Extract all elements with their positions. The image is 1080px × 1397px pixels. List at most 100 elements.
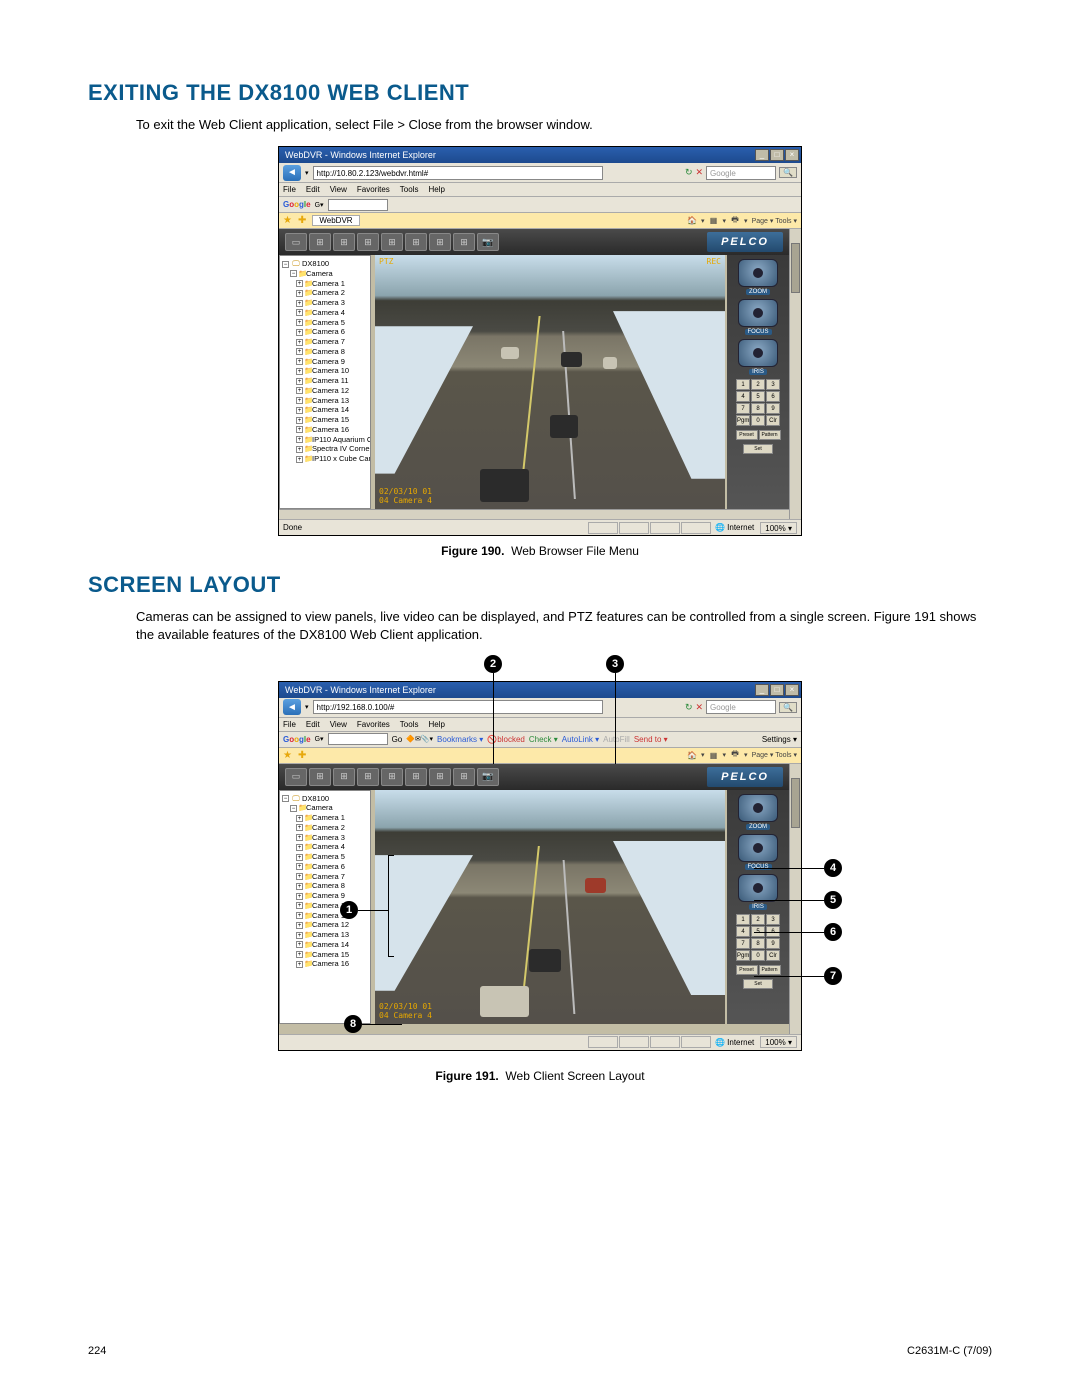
tree-cam-item[interactable]: +📁Camera 11 [296,911,368,921]
key-0[interactable]: 0 [751,415,765,426]
layout-9up-icon-2[interactable]: ⊞ [381,768,403,786]
tree-cam-item[interactable]: +📁Camera 13 [296,930,368,940]
stop-icon[interactable]: ✕ [695,167,703,178]
tree-cam-item[interactable]: +📁Camera 6 [296,327,368,337]
add-favorite-icon[interactable]: ✚ [298,215,306,226]
key-1[interactable]: 1 [736,379,750,390]
google-autolink[interactable]: AutoLink ▾ [562,735,599,744]
tree-cam-item[interactable]: +📁Camera 4 [296,842,368,852]
search-box-2[interactable]: Google [706,700,776,714]
google-check[interactable]: Check ▾ [529,735,558,744]
key-5[interactable]: 5 [751,391,765,402]
tree-cam-item[interactable]: +📁Camera 16 [296,425,368,435]
layout-9up-icon[interactable]: ⊞ [381,233,403,251]
layout-1up-icon[interactable]: ▭ [285,233,307,251]
page-menu[interactable]: Page ▾ Tools ▾ [752,217,797,225]
zoom-knob[interactable] [738,259,778,287]
layout-8up-icon-2[interactable]: ⊞ [357,768,379,786]
google-search-field-2[interactable] [328,733,388,745]
layout-1up-icon-2[interactable]: ▭ [285,768,307,786]
tree-cam-item[interactable]: +📁Camera 14 [296,405,368,415]
snapshot-icon[interactable]: 📷 [477,233,499,251]
tree-cam-item[interactable]: +📁Camera 4 [296,308,368,318]
layout-13up-icon[interactable]: ⊞ [429,233,451,251]
google-bookmarks[interactable]: Bookmarks ▾ [437,735,483,744]
menu-help[interactable]: Help [428,185,444,194]
layout-8up-icon[interactable]: ⊞ [357,233,379,251]
menu-edit[interactable]: Edit [306,185,320,194]
tree-cam-item[interactable]: +📁Camera 3 [296,833,368,843]
status-zoom-2[interactable]: 100% ▾ [760,1036,797,1048]
layout-4up-icon-2[interactable]: ⊞ [309,768,331,786]
tree-cam-item[interactable]: +📁IP110 x Cube Cam [296,454,368,464]
address-field-2[interactable]: http://192.168.0.100/# [313,700,603,714]
key-set[interactable]: Set [743,444,773,454]
key-clr[interactable]: Clr [766,415,780,426]
back-button[interactable]: ◄ [283,165,301,181]
feeds-icon-2[interactable]: ▦ [709,750,719,760]
tree-cam-item[interactable]: +📁Camera 3 [296,298,368,308]
status-zoom[interactable]: 100% ▾ [760,522,797,534]
tree-cam-item[interactable]: +📁Camera 14 [296,940,368,950]
tree-cam-item[interactable]: +📁Camera 11 [296,376,368,386]
layout-16up-icon-2[interactable]: ⊞ [453,768,475,786]
tree-cam-item[interactable]: +📁Camera 7 [296,872,368,882]
layout-4up-icon[interactable]: ⊞ [309,233,331,251]
tree-cam-item[interactable]: +📁Camera 15 [296,415,368,425]
favorites-star-icon-2[interactable]: ★ [283,750,292,761]
horizontal-scrollbar[interactable] [279,509,789,519]
tree-cam-item[interactable]: +📁Camera 7 [296,337,368,347]
print-icon-2[interactable]: 🖶 [730,750,740,760]
tree-cam-item[interactable]: +📁Camera 12 [296,920,368,930]
maximize-button[interactable]: □ [770,149,784,161]
iris-knob[interactable] [738,339,778,367]
key-6[interactable]: 6 [766,391,780,402]
layout-6up-icon[interactable]: ⊞ [333,233,355,251]
stop-icon-2[interactable]: ✕ [695,702,703,713]
refresh-icon-2[interactable]: ↻ [685,702,693,713]
home-icon[interactable]: 🏠 [687,216,697,226]
iris-knob-2[interactable] [738,874,778,902]
zoom-knob-2[interactable] [738,794,778,822]
tree-root-label[interactable]: DX8100 [302,259,329,269]
tree-cam-item[interactable]: +📁Camera 9 [296,891,368,901]
key-8[interactable]: 8 [751,403,765,414]
key-4[interactable]: 4 [736,391,750,402]
tree-cam-item[interactable]: +📁Camera 12 [296,386,368,396]
google-blocked[interactable]: 🚫blocked [487,735,525,744]
tree-cam-item[interactable]: +📁Camera 2 [296,288,368,298]
menu-favorites[interactable]: Favorites [357,185,390,194]
key-2[interactable]: 2 [751,379,765,390]
vertical-scrollbar-2[interactable] [789,764,801,1034]
print-icon[interactable]: 🖶 [730,216,740,226]
minimize-button[interactable]: _ [755,149,769,161]
vertical-scrollbar[interactable] [789,229,801,519]
search-go-icon-2[interactable]: 🔍 [779,702,797,713]
tree-cam-item[interactable]: +📁Camera 1 [296,279,368,289]
tree-root-label-2[interactable]: DX8100 [302,794,329,804]
video-panel-2[interactable]: 02/03/10 01 04 Camera 4 [375,790,725,1024]
tree-cam-item[interactable]: +📁Camera 13 [296,396,368,406]
layout-10up-icon[interactable]: ⊞ [405,233,427,251]
menu-help-2[interactable]: Help [428,720,444,729]
close-button-2[interactable]: × [785,684,799,696]
tree-cam-item[interactable]: +📁Camera 8 [296,347,368,357]
tab-webdvr[interactable]: WebDVR [312,215,359,226]
key-pattern[interactable]: Pattern [759,430,781,440]
feeds-icon[interactable]: ▦ [709,216,719,226]
menu-tools-2[interactable]: Tools [400,720,419,729]
back-dropdown-icon-2[interactable]: ▾ [305,703,309,711]
page-menu-2[interactable]: Page ▾ Tools ▾ [752,751,797,759]
focus-knob-2[interactable] [738,834,778,862]
back-button-2[interactable]: ◄ [283,699,301,715]
tree-cam-item[interactable]: +📁Camera 15 [296,950,368,960]
snapshot-icon-2[interactable]: 📷 [477,768,499,786]
tree-cam-item[interactable]: +📁Camera 9 [296,357,368,367]
tree-camera-folder-2[interactable]: Camera [306,803,333,812]
menu-edit-2[interactable]: Edit [306,720,320,729]
key-9[interactable]: 9 [766,403,780,414]
tree-cam-item[interactable]: +📁Camera 10 [296,901,368,911]
google-sendto[interactable]: Send to ▾ [634,735,668,744]
home-icon-2[interactable]: 🏠 [687,750,697,760]
key-preset[interactable]: Preset [736,430,758,440]
